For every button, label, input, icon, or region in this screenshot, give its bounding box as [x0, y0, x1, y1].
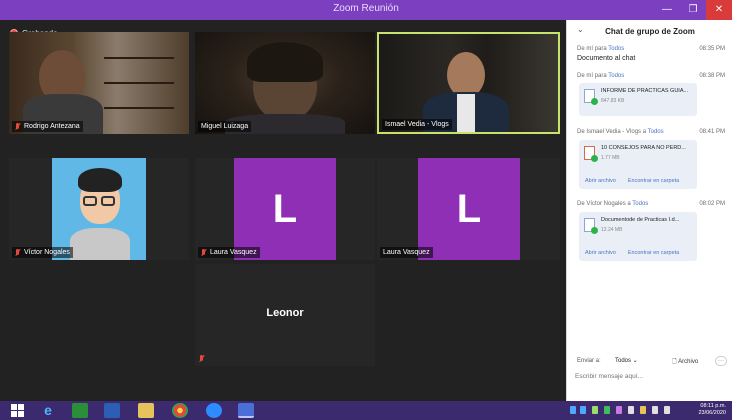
participant-shirt [457, 94, 475, 132]
tray-icon[interactable] [580, 406, 586, 414]
mic-muted-icon [15, 122, 21, 131]
bookshelf [104, 82, 174, 84]
zoom-window: Zoom Reunión — ❐ ✕ Grabando Rodrigo Ante… [0, 0, 732, 420]
store-app-icon[interactable] [72, 403, 88, 418]
mic-muted-icon [201, 248, 207, 257]
pdf-file-icon [584, 146, 598, 162]
more-options-button[interactable]: ··· [715, 356, 727, 366]
mic-muted-icon [15, 248, 21, 257]
video-tile-laura-2[interactable]: L Laura Vasquez [377, 158, 560, 260]
message-meta: De mí para Todos 08:35 PM [577, 46, 725, 52]
file-name: 10 CONSEJOS PARA NO PERD... [601, 145, 686, 151]
participant-name: Laura Vasquez [380, 247, 433, 258]
message-meta: De Víctor Nogales a Todos 08:02 PM [577, 201, 725, 207]
file-size: 12.24 MB [601, 227, 623, 233]
open-file-link[interactable]: Abrir archivo [585, 178, 616, 184]
file-name: Documentode de Practicas I.d... [601, 217, 680, 223]
file-explorer-icon[interactable] [138, 403, 154, 418]
title-bar: Zoom Reunión — ❐ ✕ [0, 0, 732, 20]
zoom-meeting-window-icon[interactable] [238, 403, 254, 418]
windows-taskbar: e 08:11 p.m. 23/06/2020 [0, 401, 732, 420]
file-attachment[interactable]: Documentode de Practicas I.d... 12.24 MB… [579, 212, 697, 261]
tray-icon[interactable] [592, 406, 598, 414]
file-size: 847.83 KB [601, 98, 625, 104]
chat-panel: ⌄ Chat de grupo de Zoom De mí para Todos… [566, 20, 732, 401]
participant-name: Miguel Luizaga [198, 121, 252, 132]
word-app-icon[interactable] [104, 403, 120, 418]
participant-name: Víctor Nogales [12, 247, 73, 258]
volume-icon[interactable] [664, 406, 670, 414]
find-in-folder-link[interactable]: Encontrar en carpeta [628, 250, 679, 256]
send-to-row: Enviar a: Todos ⌄ 🗋 Archivo ··· [577, 356, 727, 368]
bookshelf [104, 57, 174, 59]
avatar-glasses [101, 196, 115, 206]
send-to-select[interactable]: Todos ⌄ [615, 357, 638, 364]
tray-icon[interactable] [604, 406, 610, 414]
video-tile-ismael-active-speaker[interactable]: Ismael Vedia - Vlogs [377, 32, 560, 134]
file-attachment[interactable]: INFORME DE PRACTICAS GUIA... 847.83 KB [579, 83, 697, 116]
participant-name-center: Leonor [266, 307, 304, 319]
mic-muted-icon [199, 355, 205, 363]
avatar-glasses [83, 196, 97, 206]
participant-name: Laura Vasquez [198, 247, 260, 258]
video-tile-rodrigo[interactable]: Rodrigo Antezana [9, 32, 189, 134]
open-file-link[interactable]: Abrir archivo [585, 250, 616, 256]
word-file-icon [584, 89, 598, 105]
maximize-button[interactable]: ❐ [680, 0, 706, 20]
tray-icon[interactable] [628, 406, 634, 414]
message-text: Documento al chat [577, 55, 636, 62]
initial-avatar: L [234, 158, 336, 260]
file-size: 1.77 MB [601, 155, 620, 161]
file-button[interactable]: 🗋 Archivo [672, 357, 698, 367]
chat-title: Chat de grupo de Zoom [605, 27, 695, 36]
window-title: Zoom Reunión [333, 3, 399, 14]
avatar-hair [78, 168, 122, 192]
initial-avatar: L [418, 158, 520, 260]
video-tile-leonor[interactable]: Leonor [195, 264, 375, 366]
tray-icon[interactable] [640, 406, 646, 414]
participant-hair [247, 42, 323, 82]
chrome-browser-icon[interactable] [172, 403, 188, 418]
participant-name: Rodrigo Antezana [12, 121, 83, 132]
participant-name: Ismael Vedia - Vlogs [382, 119, 452, 130]
file-actions: Abrir archivo Encontrar en carpeta [585, 250, 679, 256]
tray-icon[interactable] [616, 406, 622, 414]
message-meta: De Ismael Vedia - Vlogs a Todos 08:41 PM [577, 129, 725, 135]
minimize-button[interactable]: — [654, 0, 680, 20]
chat-header: ⌄ Chat de grupo de Zoom [567, 20, 732, 40]
video-tile-miguel[interactable]: Miguel Luizaga [195, 32, 375, 134]
message-meta: De mí para Todos 08:38 PM [577, 73, 725, 79]
file-name: INFORME DE PRACTICAS GUIA... [601, 88, 689, 94]
edge-browser-icon[interactable]: e [40, 403, 56, 418]
avatar-image [52, 158, 146, 260]
send-to-label: Enviar a: [577, 358, 601, 364]
bookshelf [104, 107, 174, 109]
wifi-icon[interactable] [652, 406, 658, 414]
file-attachment[interactable]: 10 CONSEJOS PARA NO PERD... 1.77 MB Abri… [579, 140, 697, 189]
close-button[interactable]: ✕ [706, 0, 732, 20]
word-file-icon [584, 218, 598, 234]
system-clock[interactable]: 08:11 p.m. 23/06/2020 [698, 403, 726, 417]
video-tile-victor[interactable]: Víctor Nogales [9, 158, 189, 260]
video-tile-laura[interactable]: L Laura Vasquez [195, 158, 375, 260]
file-actions: Abrir archivo Encontrar en carpeta [585, 178, 679, 184]
tray-icon[interactable] [570, 406, 576, 414]
windows-start-icon[interactable] [10, 403, 26, 418]
find-in-folder-link[interactable]: Encontrar en carpeta [628, 178, 679, 184]
zoom-app-icon[interactable] [206, 403, 222, 418]
avatar-body [70, 228, 130, 260]
chat-message-input[interactable] [575, 370, 725, 382]
